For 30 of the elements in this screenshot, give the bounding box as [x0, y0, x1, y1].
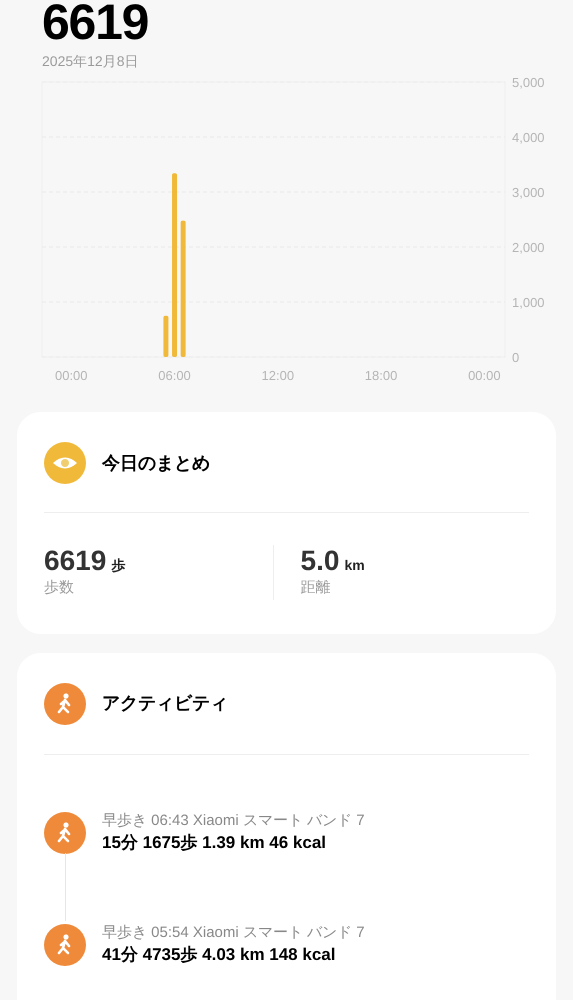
x-tick-label: 00:00 — [54, 368, 88, 383]
y-tick-label: 5,000 — [512, 75, 545, 90]
eye-icon — [44, 442, 86, 484]
x-tick-label: 18:00 — [364, 368, 398, 383]
y-tick-label: 0 — [512, 350, 520, 365]
walking-icon — [44, 924, 86, 966]
x-tick-label: 12:00 — [262, 368, 294, 383]
card-title: アクティビティ — [102, 692, 228, 715]
stat-value: 5.0 — [300, 545, 340, 577]
walking-icon — [44, 682, 86, 724]
activity-detail: 15分 1675歩 1.39 km 46 kcal — [102, 832, 327, 854]
stat-label: 歩数 — [44, 578, 75, 598]
y-tick-label: 4,000 — [512, 130, 545, 145]
y-tick-label: 3,000 — [512, 185, 545, 200]
date-label: 2025年12月8日 — [42, 52, 140, 71]
stat-unit: 歩 — [111, 556, 126, 575]
stat-value: 6619 — [44, 545, 106, 577]
card-title: 今日のまとめ — [102, 452, 210, 474]
stat-label: 距離 — [300, 578, 332, 598]
stat-unit: km — [344, 556, 365, 575]
activity-meta: 早歩き 06:43 Xiaomi スマート バンド 7 — [102, 810, 365, 830]
step-bar — [163, 316, 168, 357]
step-total: 6619 — [42, 0, 150, 47]
y-tick-label: 2,000 — [512, 240, 545, 255]
activity-meta: 早歩き 05:54 Xiaomi スマート バンド 7 — [102, 922, 365, 942]
y-tick-label: 1,000 — [512, 295, 545, 310]
activity-detail: 41分 4735歩 4.03 km 148 kcal — [102, 944, 336, 966]
x-tick-label: 00:00 — [468, 368, 501, 383]
walking-icon — [44, 812, 86, 854]
x-tick-label: 06:00 — [158, 368, 191, 383]
